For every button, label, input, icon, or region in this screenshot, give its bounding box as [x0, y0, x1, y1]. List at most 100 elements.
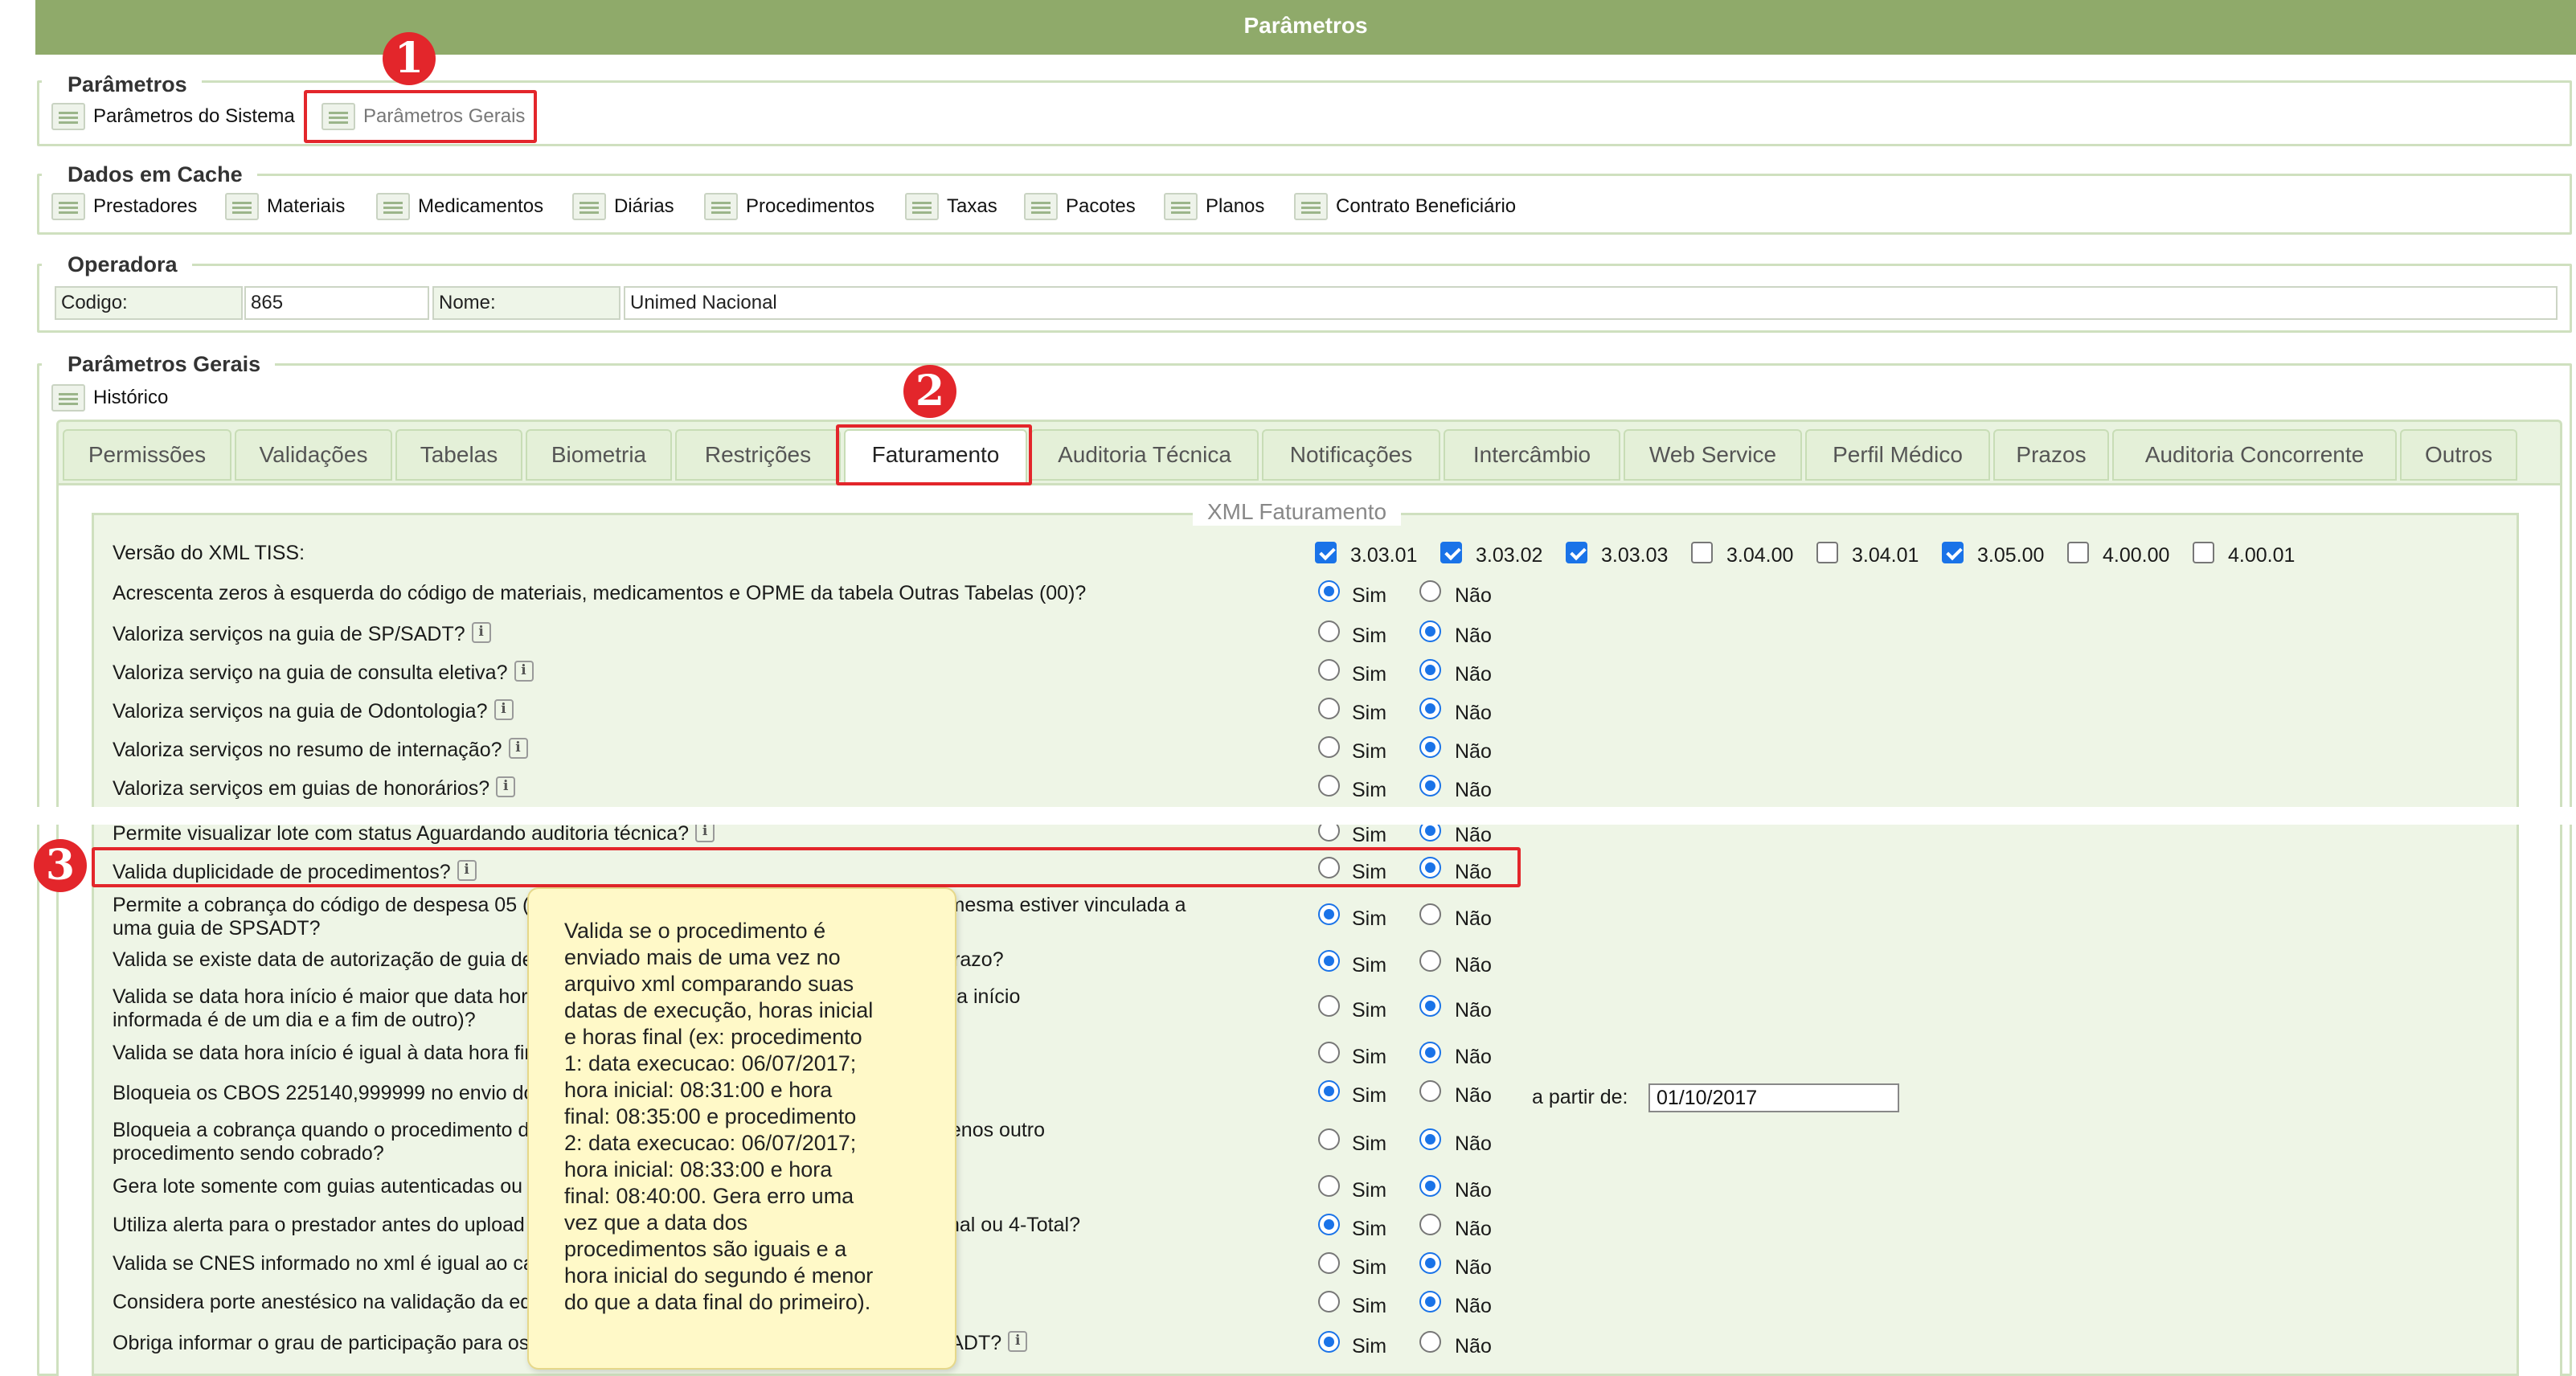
tab-perfil-medico[interactable]: Perfil Médico: [1805, 429, 1990, 481]
info-icon[interactable]: i: [514, 661, 534, 682]
radio-sim[interactable]: [1318, 1252, 1340, 1274]
radio-nao[interactable]: [1419, 620, 1441, 642]
tab-biometria[interactable]: Biometria: [526, 429, 672, 481]
radio-nao[interactable]: [1419, 950, 1441, 972]
radio-sim-label: Sim: [1352, 954, 1387, 977]
radio-sim-label: Sim: [1352, 663, 1387, 686]
radio-nao-label: Não: [1455, 824, 1492, 846]
version-checkbox-3-04-01[interactable]: [1816, 542, 1838, 563]
question-line: Permite visualizar lote com status Aguar…: [113, 822, 690, 845]
link-prestadores[interactable]: Prestadores: [51, 193, 197, 220]
radio-sim[interactable]: [1318, 580, 1340, 602]
tab-notificacoes[interactable]: Notificações: [1262, 429, 1440, 481]
radio-sim[interactable]: [1318, 1331, 1340, 1353]
version-checkbox-4-00-00[interactable]: [2067, 542, 2089, 563]
link-contrato-beneficiario[interactable]: Contrato Beneficiário: [1294, 193, 1516, 220]
version-checkbox-3-05-00[interactable]: [1942, 542, 1964, 563]
info-icon[interactable]: i: [471, 622, 491, 643]
radio-nao-label: Não: [1455, 1335, 1492, 1358]
tooltip-line: Valida se o procedimento é: [564, 919, 826, 943]
tab-tabelas[interactable]: Tabelas: [395, 429, 522, 481]
link-procedimentos[interactable]: Procedimentos: [704, 193, 874, 220]
info-icon[interactable]: i: [496, 776, 516, 797]
radio-nao[interactable]: [1419, 1291, 1441, 1313]
version-checkbox-3-03-03[interactable]: [1566, 542, 1587, 563]
radio-sim-label: Sim: [1352, 584, 1387, 607]
radio-nao[interactable]: [1419, 775, 1441, 797]
tab-auditoria-tecnica[interactable]: Auditoria Técnica: [1030, 429, 1259, 481]
radio-sim[interactable]: [1318, 1175, 1340, 1197]
tab-validacoes[interactable]: Validações: [235, 429, 392, 481]
question-text: Valoriza serviços em guias de honorários…: [113, 776, 516, 801]
radio-sim-label: Sim: [1352, 1084, 1387, 1107]
radio-nao[interactable]: [1419, 659, 1441, 681]
radio-nao[interactable]: [1419, 698, 1441, 719]
link-historico[interactable]: Histórico: [51, 384, 168, 412]
operadora-legend: Operadora: [42, 251, 192, 278]
link-planos[interactable]: Planos: [1164, 193, 1264, 220]
step-badge-3: 3: [34, 839, 87, 892]
radio-nao[interactable]: [1419, 1128, 1441, 1150]
tab-intercambio[interactable]: Intercâmbio: [1444, 429, 1620, 481]
list-icon: [51, 103, 85, 130]
tooltip-line: final: 08:40:00. Gera erro uma: [564, 1184, 854, 1208]
radio-sim[interactable]: [1318, 903, 1340, 925]
info-icon[interactable]: i: [1008, 1331, 1028, 1352]
link-pacotes[interactable]: Pacotes: [1024, 193, 1136, 220]
link-materiais[interactable]: Materiais: [225, 193, 345, 220]
tab-restricoes[interactable]: Restrições: [675, 429, 841, 481]
question-text: Valoriza serviço na guia de consulta ele…: [113, 661, 534, 685]
radio-sim[interactable]: [1318, 1214, 1340, 1235]
question-line: Valoriza serviços em guias de honorários…: [113, 777, 490, 800]
tooltip-line: datas de execução, horas inicial: [564, 998, 874, 1022]
radio-nao[interactable]: [1419, 580, 1441, 602]
radio-nao[interactable]: [1419, 903, 1441, 925]
link-diarias[interactable]: Diárias: [572, 193, 674, 220]
radio-sim-label: Sim: [1352, 1256, 1387, 1279]
radio-nao[interactable]: [1419, 1252, 1441, 1274]
version-checkbox-3-04-00[interactable]: [1691, 542, 1713, 563]
link-medicamentos[interactable]: Medicamentos: [376, 193, 543, 220]
radio-nao[interactable]: [1419, 1331, 1441, 1353]
radio-nao-label: Não: [1455, 1132, 1492, 1155]
radio-sim[interactable]: [1318, 1042, 1340, 1063]
radio-sim[interactable]: [1318, 995, 1340, 1017]
version-checkbox-3-03-02[interactable]: [1440, 542, 1462, 563]
link-taxas[interactable]: Taxas: [905, 193, 997, 220]
tab-auditoria-concorrente[interactable]: Auditoria Concorrente: [2112, 429, 2397, 481]
radio-sim[interactable]: [1318, 950, 1340, 972]
radio-sim[interactable]: [1318, 698, 1340, 719]
radio-nao[interactable]: [1419, 995, 1441, 1017]
radio-nao-label: Não: [1455, 702, 1492, 724]
tooltip-line: enviado mais de uma vez no: [564, 945, 841, 969]
tab-permissoes[interactable]: Permissões: [63, 429, 231, 481]
tab-prazos[interactable]: Prazos: [1993, 429, 2109, 481]
question-line: Valoriza serviço na guia de consulta ele…: [113, 661, 508, 684]
list-icon: [225, 193, 259, 220]
version-checkbox-3-03-01[interactable]: [1315, 542, 1337, 563]
radio-sim[interactable]: [1318, 1128, 1340, 1150]
tab-outros[interactable]: Outros: [2400, 429, 2517, 481]
radio-sim[interactable]: [1318, 775, 1340, 797]
radio-nao[interactable]: [1419, 736, 1441, 758]
radio-sim[interactable]: [1318, 736, 1340, 758]
tab-web-service[interactable]: Web Service: [1624, 429, 1802, 481]
radio-sim[interactable]: [1318, 1291, 1340, 1313]
info-icon[interactable]: i: [493, 699, 514, 720]
a-partir-date-input[interactable]: 01/10/2017: [1648, 1083, 1899, 1112]
tooltip-line: hora inicial: 08:33:00 e hora: [564, 1157, 833, 1181]
radio-nao-label: Não: [1455, 1295, 1492, 1317]
radio-nao[interactable]: [1419, 1214, 1441, 1235]
question-line: Bloqueia os CBOS 225140,999999 no envio …: [113, 1082, 593, 1104]
question-line: uma guia de SPSADT?: [113, 917, 321, 940]
radio-sim[interactable]: [1318, 620, 1340, 642]
radio-nao[interactable]: [1419, 1175, 1441, 1197]
radio-nao[interactable]: [1419, 1042, 1441, 1063]
version-checkbox-4-00-01[interactable]: [2193, 542, 2214, 563]
radio-nao[interactable]: [1419, 1080, 1441, 1102]
link-parametros-sistema[interactable]: Parâmetros do Sistema: [51, 103, 295, 130]
radio-sim[interactable]: [1318, 1080, 1340, 1102]
question-text: Bloqueia os CBOS 225140,999999 no envio …: [113, 1082, 593, 1105]
info-icon[interactable]: i: [508, 738, 528, 759]
radio-sim[interactable]: [1318, 659, 1340, 681]
